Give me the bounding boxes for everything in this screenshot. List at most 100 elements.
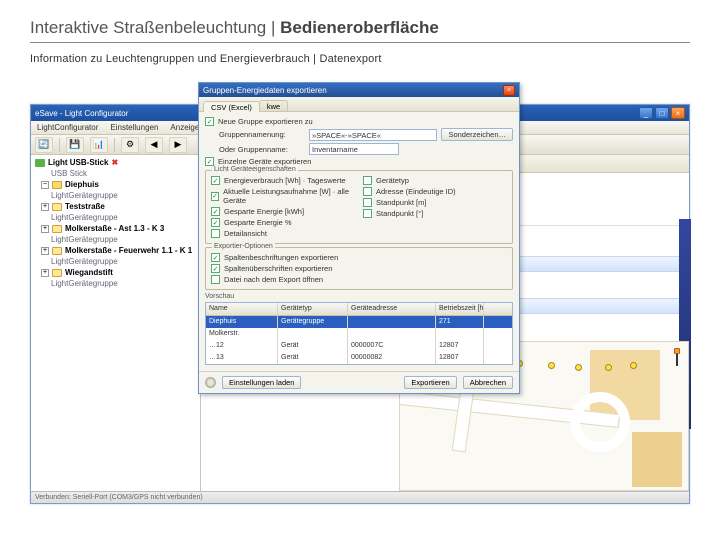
expand-icon[interactable]: + bbox=[41, 247, 49, 255]
checkbox[interactable] bbox=[211, 275, 220, 284]
tree-group[interactable]: + Molkerstaße - Ast 1.3 - K 3 bbox=[35, 223, 196, 234]
col-header[interactable]: Gerätetyp bbox=[278, 303, 348, 315]
dialog-titlebar[interactable]: Gruppen-Energiedaten exportieren × bbox=[199, 83, 519, 97]
map-pin-icon[interactable] bbox=[674, 348, 680, 364]
field-label: Gruppennamenung: bbox=[219, 130, 305, 139]
gear-icon[interactable] bbox=[205, 377, 216, 388]
checkbox-label: Standpunkt [m] bbox=[376, 198, 426, 207]
checkbox[interactable] bbox=[363, 198, 372, 207]
tool-fwd-icon[interactable]: ▶ bbox=[169, 137, 187, 153]
menu-item[interactable]: LightConfigurator bbox=[37, 123, 98, 132]
checkbox-label: Standpunkt [°] bbox=[376, 209, 423, 218]
maximize-button[interactable]: □ bbox=[655, 107, 669, 119]
tree-group[interactable]: + Wiegandstift bbox=[35, 267, 196, 278]
dialog-close-icon[interactable]: × bbox=[503, 85, 515, 96]
dialog-tabbar: CSV (Excel) kwe bbox=[199, 97, 519, 112]
group-name-input[interactable]: »SPACE«-»SPACE« bbox=[309, 129, 437, 141]
tree-label: Wiegandstift bbox=[65, 268, 113, 277]
checkbox-label: Gesparte Energie % bbox=[224, 218, 292, 227]
status-bar: Verbunden: Seriell-Port (COM3/GPS nicht … bbox=[31, 491, 689, 503]
table-row[interactable]: …13Gerät0000008212807 bbox=[206, 352, 512, 364]
menu-item[interactable]: Anzeige bbox=[170, 123, 199, 132]
tree-usb[interactable]: Light USB-Stick ✖ bbox=[35, 157, 196, 168]
table-header: Name Gerätetyp Geräteadresse Betriebszei… bbox=[206, 303, 512, 316]
checkbox-label: Einzelne Geräte exportieren bbox=[218, 157, 311, 166]
dialog-title: Gruppen-Energiedaten exportieren bbox=[203, 86, 503, 95]
table-row[interactable]: Molkerstr. bbox=[206, 328, 512, 340]
folder-icon bbox=[52, 225, 62, 233]
checkbox[interactable] bbox=[211, 253, 220, 262]
tool-back-icon[interactable]: ◀ bbox=[145, 137, 163, 153]
special-chars-button[interactable]: Sonderzeichen… bbox=[441, 128, 513, 141]
tree-label: Molkerstaße - Ast 1.3 - K 3 bbox=[65, 224, 164, 233]
tree-label: Light USB-Stick bbox=[48, 158, 108, 167]
folder-open-icon bbox=[52, 181, 62, 189]
dialog-tab-csv[interactable]: CSV (Excel) bbox=[203, 101, 260, 112]
checkbox-label: Detailansicht bbox=[224, 229, 267, 238]
fieldset-legend: Licht Geräteeigenschaften bbox=[212, 166, 298, 173]
slide-title: Interaktive Straßenbeleuchtung | Bediene… bbox=[0, 0, 720, 42]
dialog-tab-kwe[interactable]: kwe bbox=[259, 100, 288, 111]
folder-icon bbox=[52, 203, 62, 211]
disconnect-icon[interactable]: ✖ bbox=[111, 158, 118, 167]
table-row[interactable]: DiephuisGerätegruppe271 bbox=[206, 316, 512, 328]
tree-group-type: LightGerätegruppe bbox=[35, 212, 196, 223]
checkbox[interactable] bbox=[211, 176, 220, 185]
tree-usb-sub: USB Stick bbox=[35, 168, 196, 179]
slide-title-bold: Bedieneroberfläche bbox=[280, 18, 439, 37]
tree-group[interactable]: − Diephuis bbox=[35, 179, 196, 190]
table-row[interactable]: …12Gerät0000007C12807 bbox=[206, 340, 512, 352]
load-settings-button[interactable]: Einstellungen laden bbox=[222, 376, 301, 389]
tool-chart-icon[interactable]: 📊 bbox=[90, 137, 108, 153]
checkbox[interactable] bbox=[211, 207, 220, 216]
checkbox-label: Adresse (Eindeutige ID) bbox=[376, 187, 456, 196]
col-header[interactable]: Betriebszeit [h] bbox=[436, 303, 484, 315]
fieldset-legend: Exportier-Optionen bbox=[212, 243, 275, 250]
close-button[interactable]: × bbox=[671, 107, 685, 119]
menu-item[interactable]: Einstellungen bbox=[110, 123, 158, 132]
tree-group-type: LightGerätegruppe bbox=[35, 278, 196, 289]
checkbox[interactable] bbox=[363, 176, 372, 185]
checkbox[interactable] bbox=[363, 187, 372, 196]
field-label: Oder Gruppenname: bbox=[219, 145, 305, 154]
checkbox[interactable] bbox=[363, 209, 372, 218]
row-group-name: Gruppennamenung: »SPACE«-»SPACE« Sonderz… bbox=[205, 127, 513, 142]
minimize-button[interactable]: _ bbox=[639, 107, 653, 119]
checkbox[interactable] bbox=[211, 229, 220, 238]
tool-refresh-icon[interactable]: 🔄 bbox=[35, 137, 53, 153]
checkbox[interactable] bbox=[205, 117, 214, 126]
tree-label: Teststraße bbox=[65, 202, 105, 211]
tree-group-type: LightGerätegruppe bbox=[35, 256, 196, 267]
checkbox[interactable] bbox=[211, 192, 219, 201]
folder-icon bbox=[52, 247, 62, 255]
checkbox[interactable] bbox=[205, 157, 214, 166]
slide-title-rule bbox=[30, 42, 690, 43]
row-export-group: Neue Gruppe exportieren zu bbox=[205, 116, 513, 127]
collapse-icon[interactable]: − bbox=[41, 181, 49, 189]
tree-group[interactable]: + Molkerstaße - Feuerwehr 1.1 - K 1 bbox=[35, 245, 196, 256]
col-header[interactable]: Geräteadresse bbox=[348, 303, 436, 315]
export-button[interactable]: Exportieren bbox=[404, 376, 456, 389]
checkbox-label: Gerätetyp bbox=[376, 176, 409, 185]
toolbar-separator bbox=[59, 138, 60, 152]
toolbar-separator bbox=[114, 138, 115, 152]
checkbox[interactable] bbox=[211, 218, 220, 227]
cancel-button[interactable]: Abbrechen bbox=[463, 376, 513, 389]
expand-icon[interactable]: + bbox=[41, 203, 49, 211]
tool-save-icon[interactable]: 💾 bbox=[66, 137, 84, 153]
checkbox-label: Neue Gruppe exportieren zu bbox=[218, 117, 313, 126]
tool-config-icon[interactable]: ⚙ bbox=[121, 137, 139, 153]
slide-title-prefix: Interaktive Straßenbeleuchtung | bbox=[30, 18, 280, 37]
fieldset-device-props: Licht Geräteeigenschaften Energieverbrau… bbox=[205, 170, 513, 244]
tree-group[interactable]: + Teststraße bbox=[35, 201, 196, 212]
expand-icon[interactable]: + bbox=[41, 225, 49, 233]
col-header[interactable]: Name bbox=[206, 303, 278, 315]
only-name-select[interactable]: Inventarname bbox=[309, 143, 399, 155]
tree-label: Molkerstaße - Feuerwehr 1.1 - K 1 bbox=[65, 246, 192, 255]
expand-icon[interactable]: + bbox=[41, 269, 49, 277]
checkbox-label: Spaltenüberschriften exportieren bbox=[224, 264, 332, 273]
folder-icon bbox=[52, 269, 62, 277]
slide-subtitle: Information zu Leuchtengruppen und Energ… bbox=[0, 53, 720, 75]
preview-label: Vorschau bbox=[205, 293, 513, 300]
checkbox[interactable] bbox=[211, 264, 220, 273]
